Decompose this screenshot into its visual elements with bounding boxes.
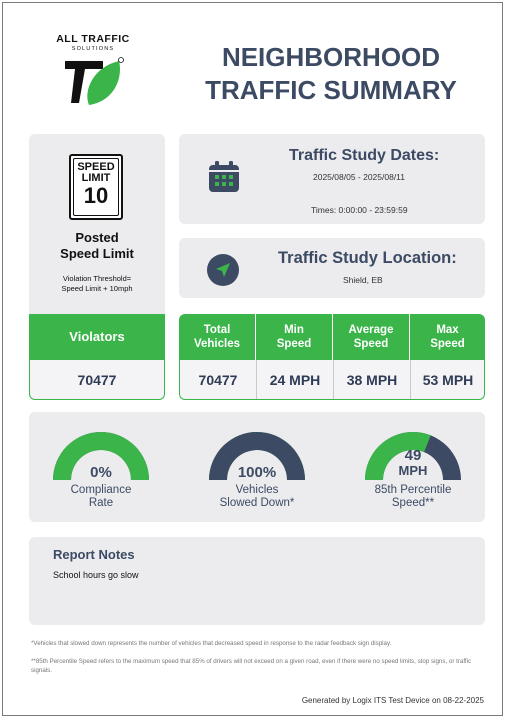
calendar-icon (209, 161, 239, 192)
percentile-speed-value: 49 MPH (363, 448, 463, 478)
posted-line-2: Speed Limit (60, 246, 134, 261)
gauge-label-line: Speed** (391, 497, 435, 509)
stat-average-speed-value: 38 MPH (346, 372, 398, 388)
report-notes-title: Report Notes (53, 547, 135, 562)
stats-values-row: 70477 24 MPH 38 MPH 53 MPH (179, 360, 485, 400)
study-times: Times: 0:00:00 - 23:59:59 (311, 205, 408, 215)
stat-label: Max (436, 324, 459, 336)
stat-label: Vehicles (193, 338, 241, 350)
threshold-line-2: Speed Limit + 10mph (61, 284, 133, 293)
stat-label: Speed (276, 338, 312, 350)
gauge-label-line: 85th Percentile (374, 484, 452, 496)
stats-col-total-header: Total Vehicles (179, 314, 255, 360)
report-notes-body: School hours go slow (53, 570, 139, 580)
page-title: NEIGHBORHOOD TRAFFIC SUMMARY (181, 41, 481, 107)
study-location-heading: Traffic Study Location: (278, 249, 457, 267)
stat-label: Speed (353, 338, 389, 350)
logo-sub-text: SOLUTIONS (71, 46, 115, 52)
percentile-speed-unit: MPH (398, 463, 428, 478)
slowed-down-value: 100% (237, 464, 277, 481)
gauge-label-line: Vehicles (235, 484, 279, 496)
stat-min-speed-value: 24 MPH (269, 372, 321, 388)
stat-total-vehicles-value: 70477 (198, 372, 238, 388)
violation-threshold: Violation Threshold= Speed Limit + 10mph (29, 274, 165, 294)
compliance-gauge: 0% Compliance Rate (51, 428, 151, 518)
report-page: ALL TRAFFIC SOLUTIONS NEIGHBORHOOD TRAFF… (2, 2, 503, 716)
gauge-label-line: Compliance (70, 484, 132, 496)
logo-brand-text: ALL TRAFFIC (56, 33, 130, 45)
stat-label: Average (348, 324, 394, 336)
navigation-arrow-icon (207, 254, 239, 286)
footnote-slowed-down: *Vehicles that slowed down represents th… (31, 640, 392, 647)
slowed-down-label: Vehicles Slowed Down* (197, 484, 317, 510)
stats-col-max-header: Max Speed (410, 314, 485, 360)
threshold-line-1: Violation Threshold= (62, 274, 132, 283)
study-dates-heading: Traffic Study Dates: (289, 147, 440, 164)
company-logo: ALL TRAFFIC SOLUTIONS (47, 33, 139, 113)
stat-label: Speed (430, 338, 465, 350)
study-location-card: Traffic Study Location: Shield, EB (179, 238, 485, 298)
gauge-label-line: Slowed Down* (219, 497, 295, 509)
stats-col-average-header: Average Speed (333, 314, 409, 360)
generated-by-text: Generated by Logix ITS Test Device on 08… (301, 696, 484, 705)
gauge-label-line: Rate (88, 497, 114, 509)
study-dates-range: 2025/08/05 - 2025/08/11 (313, 172, 406, 182)
stats-col-min-header: Min Speed (256, 314, 332, 360)
compliance-label: Compliance Rate (41, 484, 161, 510)
slowed-down-gauge: 100% Vehicles Slowed Down* (207, 428, 307, 518)
logo-mark-icon (65, 57, 124, 105)
percentile-speed-gauge: 49 MPH 85th Percentile Speed** (363, 428, 463, 518)
report-notes-card: Report Notes School hours go slow (29, 537, 485, 625)
percentile-speed-label: 85th Percentile Speed** (353, 484, 473, 510)
stat-label: Total (203, 324, 231, 336)
violators-value: 70477 (29, 360, 165, 400)
stats-header: Total Vehicles Min Speed Average Speed Max S… (179, 314, 485, 360)
footnote-85th-percentile: **85th Percentile Speed refers to the ma… (31, 658, 472, 674)
title-line-1: NEIGHBORHOOD (221, 42, 441, 72)
violators-header: Violators (29, 314, 165, 360)
posted-line-1: Posted (75, 230, 119, 245)
percentile-speed-number: 49 (404, 447, 422, 464)
stat-label: Min (284, 324, 304, 336)
title-line-2: TRAFFIC SUMMARY (205, 75, 457, 105)
stat-max-speed-value: 53 MPH (422, 372, 474, 388)
speed-limit-sign: SPEED LIMIT 10 (69, 154, 123, 220)
study-dates-card: Traffic Study Dates: 2025/08/05 - 2025/0… (179, 134, 485, 224)
study-location-value: Shield, EB (343, 275, 383, 285)
posted-speed-label: Posted Speed Limit (29, 230, 165, 262)
gauges-card: 0% Compliance Rate 100% Vehicles Slowed … (29, 412, 485, 522)
sign-value: 10 (83, 183, 109, 208)
compliance-value: 0% (90, 464, 112, 481)
